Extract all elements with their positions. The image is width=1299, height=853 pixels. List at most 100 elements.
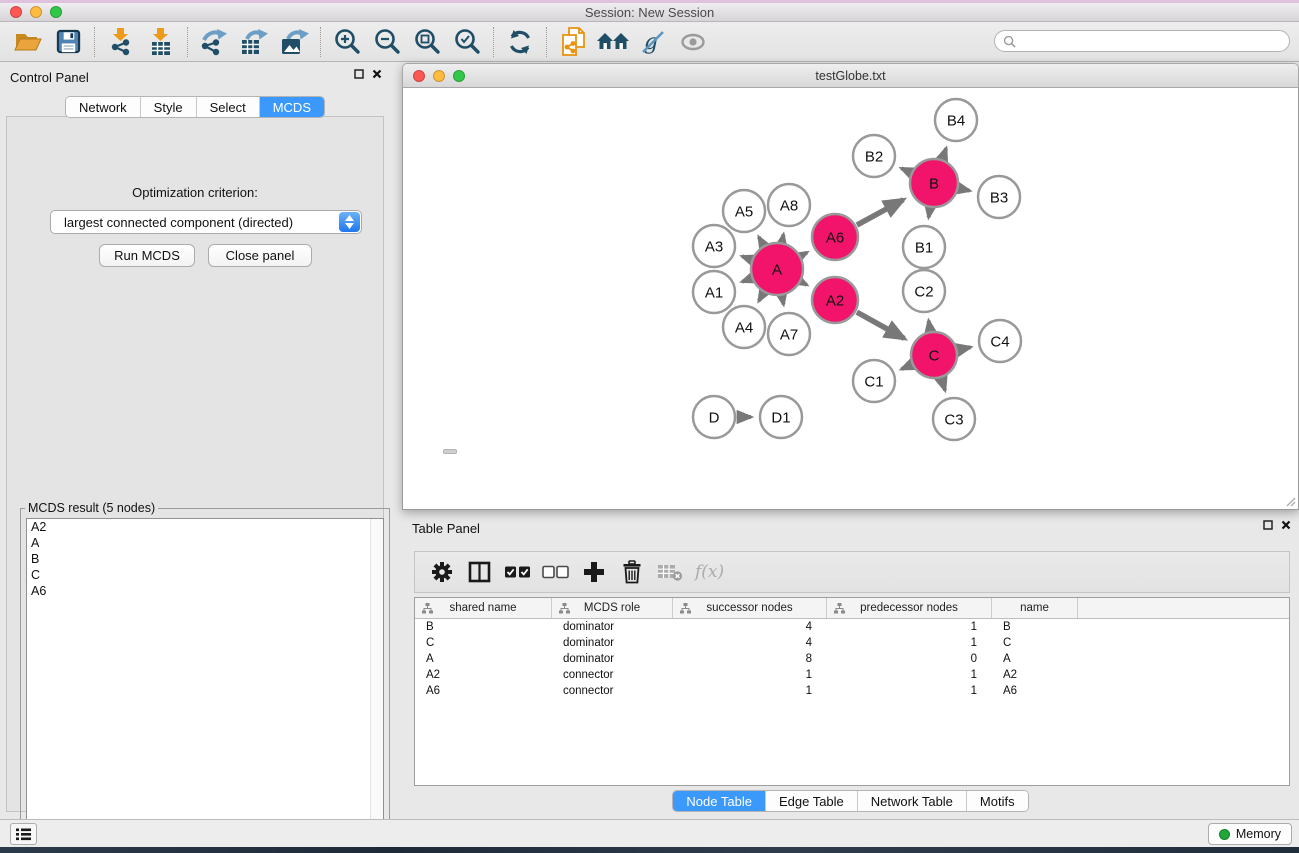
node-table[interactable]: shared nameMCDS rolesuccessor nodesprede… [414, 597, 1290, 786]
network-window-titlebar[interactable]: testGlobe.txt [402, 63, 1299, 88]
graph-node-A4[interactable]: A4 [723, 306, 765, 348]
network-canvas-area[interactable]: B4B2BB3A5A8A6A3AB1A1A2C2A4A7CC4C1C3DD1 [402, 88, 1299, 510]
export-image-button[interactable] [274, 25, 314, 59]
zoom-window-button[interactable] [50, 6, 62, 18]
graph-edge-A-A4[interactable] [759, 293, 763, 301]
table-cell[interactable]: A2 [415, 669, 552, 681]
import-table-button[interactable] [141, 25, 181, 59]
float-panel-icon[interactable] [354, 69, 364, 79]
run-mcds-button[interactable]: Run MCDS [99, 244, 195, 267]
table-cell[interactable]: A [992, 653, 1078, 665]
graph-node-C3[interactable]: C3 [933, 398, 975, 440]
mcds-result-item[interactable]: A [27, 535, 383, 551]
table-settings-button[interactable] [425, 555, 458, 589]
float-panel-icon[interactable] [1263, 520, 1273, 530]
save-session-button[interactable] [48, 25, 88, 59]
graph-node-A[interactable]: A [751, 243, 803, 295]
table-cell[interactable]: 1 [827, 669, 992, 681]
column-header-predecessor-nodes[interactable]: predecessor nodes [827, 598, 992, 618]
zoom-fit-button[interactable] [407, 25, 447, 59]
table-cell[interactable]: dominator [552, 637, 673, 649]
table-cell[interactable]: C [415, 637, 552, 649]
close-panel-button[interactable]: Close panel [208, 244, 312, 267]
table-cell[interactable]: 4 [673, 637, 827, 649]
table-cell[interactable]: 1 [673, 685, 827, 697]
table-cell[interactable]: connector [552, 685, 673, 697]
table-row[interactable]: A6connector11A6 [415, 683, 1289, 699]
table-cell[interactable]: dominator [552, 621, 673, 633]
graph-node-A5[interactable]: A5 [723, 190, 765, 232]
column-header-MCDS-role[interactable]: MCDS role [552, 598, 673, 618]
tab-network[interactable]: Network [66, 97, 140, 117]
table-cell[interactable]: 0 [827, 653, 992, 665]
zoom-in-button[interactable] [327, 25, 367, 59]
table-cell[interactable]: 1 [673, 669, 827, 681]
table-cell[interactable]: A6 [992, 685, 1078, 697]
graph-node-B[interactable]: B [910, 159, 958, 207]
graph-node-A7[interactable]: A7 [768, 313, 810, 355]
task-history-button[interactable] [10, 823, 37, 845]
tab-mcds[interactable]: MCDS [259, 97, 324, 117]
refresh-button[interactable] [500, 25, 540, 59]
minimize-window-button[interactable] [30, 6, 42, 18]
graph-node-D1[interactable]: D1 [760, 396, 802, 438]
tab-select[interactable]: Select [196, 97, 259, 117]
graph-node-C2[interactable]: C2 [903, 270, 945, 312]
table-cell[interactable]: dominator [552, 653, 673, 665]
table-row[interactable]: Bdominator41B [415, 619, 1289, 635]
open-file-button[interactable] [8, 25, 48, 59]
graph-edge-A6-B[interactable] [857, 200, 903, 225]
graph-edge-C-C1[interactable] [902, 365, 912, 369]
graph-edge-B-B3[interactable] [959, 188, 969, 190]
graph-edge-A-A1[interactable] [742, 279, 751, 282]
column-header-name[interactable]: name [992, 598, 1078, 618]
mcds-result-item[interactable]: B [27, 551, 383, 567]
graph-node-A8[interactable]: A8 [768, 184, 810, 226]
graph-edge-A-A5[interactable] [759, 237, 763, 245]
table-cell[interactable]: A2 [992, 669, 1078, 681]
select-all-button[interactable] [501, 555, 534, 589]
eye-button[interactable] [673, 25, 713, 59]
table-cell[interactable]: A [415, 653, 552, 665]
graph-node-A1[interactable]: A1 [693, 271, 735, 313]
graph-edge-B-B1[interactable] [929, 209, 930, 218]
table-tab-edge-table[interactable]: Edge Table [765, 791, 857, 811]
table-cell[interactable]: 1 [827, 685, 992, 697]
graph-edge-A-A6[interactable] [802, 252, 807, 255]
graph-node-B1[interactable]: B1 [903, 226, 945, 268]
import-network-button[interactable] [101, 25, 141, 59]
graph-edge-C-C3[interactable] [941, 379, 945, 391]
table-cell[interactable]: B [992, 621, 1078, 633]
graph-node-D[interactable]: D [693, 396, 735, 438]
table-tab-network-table[interactable]: Network Table [857, 791, 966, 811]
network-zoom-button[interactable] [453, 70, 465, 82]
graph-node-B4[interactable]: B4 [935, 99, 977, 141]
graph-node-C4[interactable]: C4 [979, 320, 1021, 362]
window-resize-grip[interactable] [1284, 495, 1296, 507]
table-row[interactable]: Cdominator41C [415, 635, 1289, 651]
table-tab-motifs[interactable]: Motifs [966, 791, 1028, 811]
graph-edge-C-C4[interactable] [958, 347, 970, 350]
network-canvas[interactable]: B4B2BB3A5A8A6A3AB1A1A2C2A4A7CC4C1C3DD1 [403, 88, 1298, 508]
graph-node-C1[interactable]: C1 [853, 360, 895, 402]
table-cell[interactable]: 1 [827, 621, 992, 633]
table-row[interactable]: A2connector11A2 [415, 667, 1289, 683]
table-cell[interactable]: connector [552, 669, 673, 681]
graph-node-A2[interactable]: A2 [812, 277, 858, 323]
graph-node-A3[interactable]: A3 [693, 225, 735, 267]
network-close-button[interactable] [413, 70, 425, 82]
table-cell[interactable]: B [415, 621, 552, 633]
graph-node-C[interactable]: C [911, 332, 957, 378]
graph-edge-A2-C[interactable] [857, 312, 904, 338]
network-overview-button[interactable] [553, 25, 593, 59]
mcds-result-item[interactable]: A2 [27, 519, 383, 535]
criterion-dropdown[interactable]: largest connected component (directed) [50, 210, 362, 234]
splitter-handle[interactable] [443, 449, 457, 454]
show-columns-button[interactable] [463, 555, 496, 589]
table-cell[interactable]: 8 [673, 653, 827, 665]
close-panel-icon[interactable] [1281, 520, 1291, 530]
table-row[interactable]: Adominator80A [415, 651, 1289, 667]
zoom-out-button[interactable] [367, 25, 407, 59]
mcds-result-item[interactable]: C [27, 567, 383, 583]
network-minimize-button[interactable] [433, 70, 445, 82]
